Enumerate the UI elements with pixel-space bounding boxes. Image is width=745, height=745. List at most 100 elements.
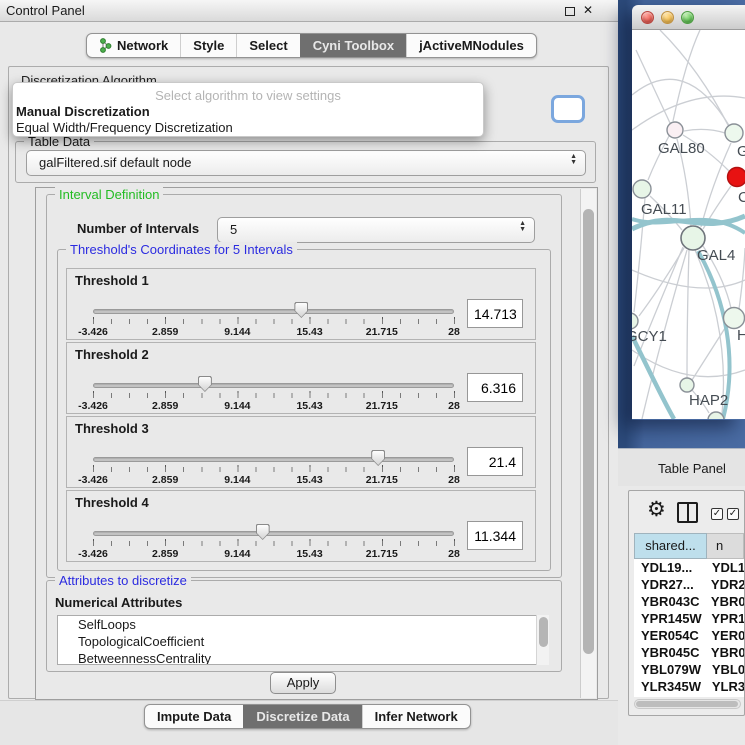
slider-track[interactable] [93,531,454,536]
float-window-icon[interactable] [565,7,575,16]
tab-discretize-data[interactable]: Discretize Data [243,705,361,728]
minimize-traffic-light-icon[interactable] [661,11,674,24]
slider-thumb[interactable] [371,450,385,466]
tick-label: 2.859 [152,474,178,486]
slider-thumb[interactable] [294,302,308,318]
slider-minor-ticks [93,467,455,472]
cell-shared-name: YDR27... [634,576,704,593]
cell-name: YPR1 [704,610,744,627]
table-data-combobox[interactable]: galFiltered.sif default node ▲▼ [26,150,586,176]
checkbox-icon[interactable]: ✓ [711,508,723,520]
slider-track[interactable] [93,383,454,388]
list-item[interactable]: TopologicalCoefficient [58,633,548,650]
zoom-traffic-light-icon[interactable] [681,11,694,24]
table-header-row: shared... n [634,533,744,559]
network-window-titlebar[interactable] [632,5,745,30]
panel-title: Control Panel [6,3,85,18]
threshold-2-value-field[interactable] [467,373,523,402]
node-h[interactable] [724,308,745,329]
table-row[interactable]: YLR345W YLR3 [634,678,744,695]
node-red-selected[interactable] [728,168,745,187]
table-row[interactable]: YER054C YER0 [634,627,744,644]
network-view-window[interactable]: GAL80 GAL11 GAL4 GCY1 HAP2 GA C H [632,5,745,420]
tab-style[interactable]: Style [180,34,236,57]
cell-name: YIL0 [707,695,741,697]
settings-scrollbar[interactable] [580,189,596,698]
table-row[interactable]: YBR043C YBR0 [634,593,744,610]
threshold-1-value-field[interactable] [467,299,523,328]
dropdown-option-equal-width-frequency[interactable]: Equal Width/Frequency Discretization [16,120,233,135]
table-horizontal-scrollbar[interactable] [634,699,741,709]
threshold-3-slider[interactable]: -3.426 2.859 9.144 15.43 21.715 28 [93,451,454,487]
network-icon [99,38,112,53]
tick-label: 2.859 [152,326,178,338]
table-row[interactable]: YDL19... YDL1 [634,559,744,576]
stepper-icon: ▲▼ [519,221,526,233]
gear-icon[interactable]: ⚙ [647,497,666,523]
tab-cyni-toolbox[interactable]: Cyni Toolbox [300,34,406,57]
table-row[interactable]: YBR045C YBR0 [634,644,744,661]
slider-track[interactable] [93,457,454,462]
threshold-1-slider[interactable]: -3.426 2.859 9.144 15.43 21.715 28 [93,303,454,339]
node-hap2[interactable] [680,378,694,392]
checkbox-icon[interactable]: ✓ [727,508,739,520]
node-label-clipped-ga: GA [737,143,745,160]
node-label-hap2: HAP2 [689,392,728,409]
tick-label: 9.144 [224,400,250,412]
tab-label: Network [117,34,168,57]
tab-infer-network[interactable]: Infer Network [362,705,470,728]
slider-thumb[interactable] [256,524,270,540]
number-of-intervals-combobox[interactable]: 5 ▲▼ [217,217,535,243]
tab-label: Select [249,34,287,57]
table-scrollbar-thumb[interactable] [636,701,738,707]
tick-label: -3.426 [78,326,108,338]
threshold-2-slider[interactable]: -3.426 2.859 9.144 15.43 21.715 28 [93,377,454,413]
table-row[interactable]: YDR27... YDR2 [634,576,744,593]
tab-impute-data[interactable]: Impute Data [145,705,243,728]
table-data-value: galFiltered.sif default node [39,155,191,170]
node-label-gal11: GAL11 [641,201,687,218]
cell-name: YBR0 [704,593,744,610]
cell-shared-name: YLR345W [634,678,705,695]
list-scrollbar[interactable] [536,615,549,665]
cell-shared-name: YER054C [634,627,704,644]
table-row[interactable]: YPR145W YPR1 [634,610,744,627]
apply-button[interactable]: Apply [270,672,336,694]
screen: Control Panel ✕ Network Style Select Cyn… [0,0,745,745]
close-icon[interactable]: ✕ [583,3,593,17]
threshold-4-slider[interactable]: -3.426 2.859 9.144 15.43 21.715 28 [93,525,454,561]
slider-track[interactable] [93,309,454,314]
column-header-name[interactable]: n [707,533,744,559]
network-canvas[interactable]: GAL80 GAL11 GAL4 GCY1 HAP2 GA C H [632,30,745,419]
threshold-4-panel: Threshold 4 -3.426 2.859 9.144 15.43 21.… [66,490,536,562]
column-header-shared-name[interactable]: shared... [634,533,707,559]
threshold-3-value-field[interactable] [467,447,523,476]
node-top-right[interactable] [725,124,743,142]
list-scrollbar-thumb[interactable] [539,617,548,647]
algorithm-dropdown-popup: Select algorithm to view settings Manual… [12,82,484,137]
table-row[interactable]: YIL052C YIL0 [634,695,744,697]
dropdown-option-manual-discretization[interactable]: Manual Discretization [16,104,150,119]
node-gal11[interactable] [633,180,651,198]
tab-jactivemnodules[interactable]: jActiveMNodules [406,34,536,57]
tab-network[interactable]: Network [87,34,180,57]
node-gal80[interactable] [667,122,683,138]
tick-label: 9.144 [224,474,250,486]
node-label-clipped-h: H [737,327,745,344]
table-row[interactable]: YBL079W YBL0 [634,661,744,678]
slider-minor-ticks [93,393,455,398]
list-item[interactable]: BetweennessCentrality [58,650,548,665]
control-panel-tabbar: Network Style Select Cyni Toolbox jActiv… [86,33,537,58]
list-item[interactable]: SelfLoops [58,616,548,633]
close-traffic-light-icon[interactable] [641,11,654,24]
slider-thumb[interactable] [198,376,212,392]
algorithm-combobox-focus-ring[interactable] [551,95,585,123]
columns-icon[interactable] [677,502,698,523]
settings-scrollbar-thumb[interactable] [583,209,594,654]
node-gcy1[interactable] [632,313,638,329]
cell-shared-name: YBR043C [634,593,704,610]
threshold-4-value-field[interactable] [467,521,523,550]
tab-select[interactable]: Select [236,34,299,57]
attributes-group-title: Attributes to discretize [55,573,191,588]
network-graph: GAL80 GAL11 GAL4 GCY1 HAP2 GA C H [632,30,745,419]
